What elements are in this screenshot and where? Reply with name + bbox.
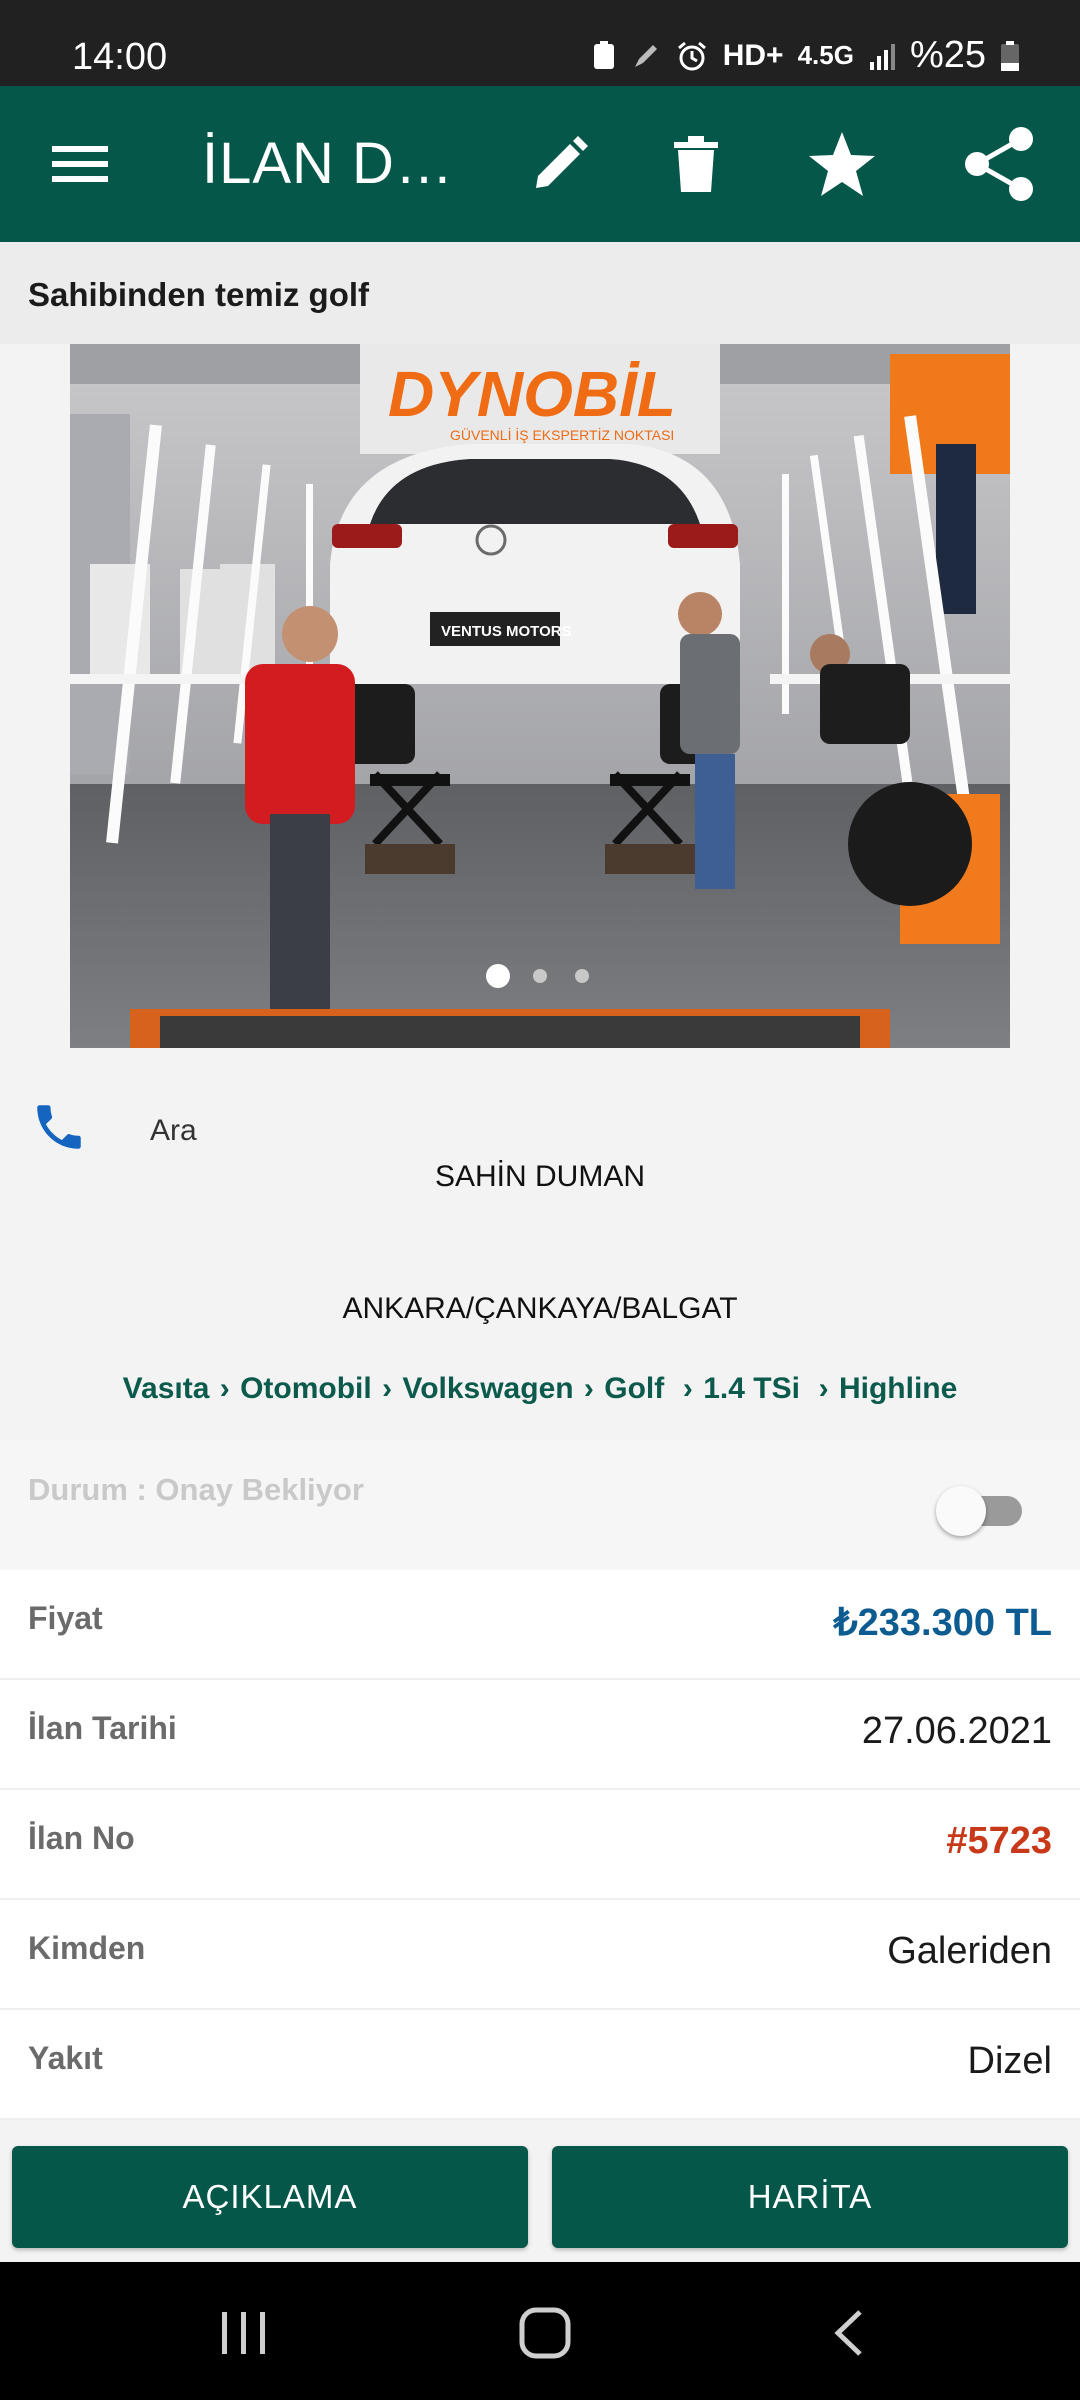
- photo-sign-brand: DYNOBİL: [388, 358, 676, 430]
- call-label[interactable]: Ara: [150, 1114, 197, 1148]
- photo-illustration: DYNOBİL GÜVENLİ İŞ EKSPERTİZ NOKTASI VEN…: [70, 344, 1010, 1048]
- detail-key: Yakıt: [28, 2040, 103, 2076]
- page-dot-2[interactable]: [533, 969, 547, 983]
- detail-key: İlan Tarihi: [28, 1710, 177, 1746]
- breadcrumb-item[interactable]: 1.4 TSi: [703, 1372, 800, 1405]
- detail-row-listing-no: İlan No #5723: [0, 1790, 1080, 1900]
- breadcrumb-item[interactable]: Otomobil: [240, 1372, 372, 1405]
- call-button[interactable]: [30, 1098, 96, 1164]
- battery-icon: [1001, 40, 1019, 71]
- detail-row-date: İlan Tarihi 27.06.2021: [0, 1680, 1080, 1790]
- listing-title: Sahibinden temiz golf: [28, 276, 370, 313]
- status-bar: 14:00 HD+ 4.5G %25: [0, 0, 1080, 86]
- breadcrumb-item[interactable]: Vasıta: [123, 1372, 210, 1405]
- action-button-bar: AÇIKLAMA HARİTA: [0, 2130, 1080, 2260]
- menu-button[interactable]: [42, 126, 118, 202]
- fuel-value: Dizel: [967, 2040, 1052, 2082]
- from-value: Galeriden: [887, 1930, 1052, 1972]
- system-nav-bar: [0, 2262, 1080, 2400]
- battery-percent: %25: [909, 34, 986, 76]
- breadcrumb-item[interactable]: Volkswagen: [402, 1372, 573, 1405]
- network-type: HD+: [722, 38, 784, 72]
- status-time: 14:00: [72, 36, 168, 78]
- toggle-knob: [936, 1486, 986, 1536]
- approval-status-label: Durum : Onay Bekliyor: [28, 1472, 364, 1507]
- price-value: ₺233.300 TL: [833, 1602, 1052, 1644]
- share-button[interactable]: [962, 126, 1038, 202]
- detail-key: Fiyat: [28, 1600, 103, 1636]
- breadcrumb-item[interactable]: Highline: [839, 1372, 957, 1405]
- favorite-button[interactable]: [804, 126, 880, 202]
- detail-key: Kimden: [28, 1930, 146, 1966]
- edit-button[interactable]: [522, 126, 598, 202]
- battery-saver-icon: [593, 40, 614, 69]
- detail-row-from: Kimden Galeriden: [0, 1900, 1080, 2010]
- alarm-icon: [677, 41, 706, 70]
- page-dot-1[interactable]: [486, 964, 510, 988]
- page-dot-3[interactable]: [575, 969, 589, 983]
- page-title: İLAN DETAYI: [202, 131, 472, 196]
- star-icon: [809, 132, 875, 196]
- photo-plate: VENTUS MOTORS: [441, 623, 572, 640]
- listing-photo[interactable]: DYNOBİL GÜVENLİ İŞ EKSPERTİZ NOKTASI VEN…: [70, 344, 1010, 1048]
- edit-icon: [536, 136, 588, 188]
- phone-icon: [37, 1105, 81, 1149]
- date-value: 27.06.2021: [861, 1710, 1052, 1752]
- menu-icon: [52, 146, 108, 182]
- back-icon[interactable]: [830, 2308, 866, 2358]
- recents-icon[interactable]: [218, 2310, 270, 2356]
- details-list: Fiyat ₺233.300 TL İlan Tarihi 27.06.2021…: [0, 1570, 1080, 2120]
- signal-icon: [869, 43, 895, 70]
- detail-row-price: Fiyat ₺233.300 TL: [0, 1570, 1080, 1680]
- status-toggle[interactable]: [936, 1482, 1022, 1536]
- listing-title-bar: Sahibinden temiz golf: [0, 242, 1080, 344]
- photo-sign-tagline: GÜVENLİ İŞ EKSPERTİZ NOKTASI: [450, 426, 674, 443]
- status-icons: HD+ 4.5G %25: [591, 34, 1020, 77]
- location: ANKARA/ÇANKAYA/BALGAT: [342, 1292, 738, 1325]
- detail-key: İlan No: [28, 1820, 135, 1856]
- network-sub: 4.5G: [797, 40, 854, 70]
- home-icon[interactable]: [518, 2306, 572, 2360]
- description-button[interactable]: AÇIKLAMA: [12, 2146, 528, 2248]
- app-bar: İLAN DETAYI: [0, 86, 1080, 242]
- listing-no-value: #5723: [946, 1820, 1052, 1862]
- seller-name: SAHİN DUMAN: [434, 1160, 645, 1193]
- detail-row-fuel: Yakıt Dizel: [0, 2010, 1080, 2120]
- share-icon: [965, 127, 1033, 201]
- approval-status-row: Durum : Onay Bekliyor: [0, 1440, 1080, 1570]
- pen-icon: [634, 44, 657, 67]
- breadcrumb: Vasıta › Otomobil › Volkswagen › Golf › …: [122, 1372, 958, 1405]
- delete-button[interactable]: [658, 126, 734, 202]
- breadcrumb-item[interactable]: Golf: [604, 1372, 664, 1405]
- map-button[interactable]: HARİTA: [552, 2146, 1068, 2248]
- delete-icon: [674, 136, 718, 192]
